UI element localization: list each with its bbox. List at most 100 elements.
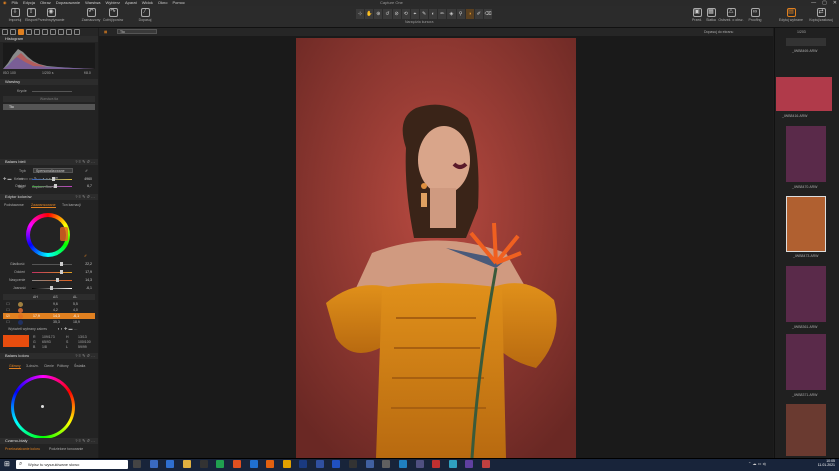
chrome-icon[interactable] (283, 460, 291, 468)
lightness-value[interactable]: -6,1 (76, 286, 92, 290)
white-balance-header[interactable]: Balans bieli? ≡ ✎ ↺ … (0, 159, 98, 165)
explorer-icon[interactable] (183, 460, 191, 468)
row-checkbox[interactable]: ☑ (3, 314, 13, 318)
tint-slider[interactable] (32, 184, 72, 188)
layers-header[interactable]: Warstwy (0, 79, 98, 85)
tab-split-tones[interactable]: Podzielone tonowanie (49, 447, 83, 451)
tab-output-icon[interactable] (66, 29, 72, 35)
color-range-marker[interactable] (60, 227, 68, 241)
tab-advanced[interactable]: Zaawansowane (31, 203, 56, 208)
cursor-tool-3-icon[interactable]: ↺ (383, 9, 392, 19)
kelvin-knob[interactable] (52, 177, 55, 181)
thumbnail-1[interactable]: _IWB8416.ARW (776, 77, 832, 118)
color-balance-wheel[interactable] (11, 375, 75, 439)
cursor-tool-11-icon[interactable]: ⚲ (456, 9, 465, 19)
color-picker-icon[interactable]: ✐ (84, 254, 87, 258)
edge-icon[interactable] (150, 460, 158, 468)
thumbnail-3-selected[interactable]: _IWB8473.ARW (786, 196, 826, 258)
app-icon-10[interactable] (416, 460, 424, 468)
app-icon-1[interactable] (200, 460, 208, 468)
cursor-tool-9-icon[interactable]: ✏ (438, 9, 447, 19)
smooth-slider[interactable] (32, 262, 72, 266)
app-icon-4[interactable] (250, 460, 258, 468)
row-checkbox[interactable]: ☐ (3, 320, 13, 324)
thumbnail-6[interactable] (786, 404, 826, 456)
tab-capture-icon[interactable] (10, 29, 16, 35)
clock[interactable]: 10:05 11.01.2021 (818, 459, 835, 467)
hue-value[interactable]: 17,9 (76, 270, 92, 274)
zoom-label[interactable]: Dopasuj do ekranu (704, 30, 733, 34)
opacity-slider[interactable] (32, 91, 72, 92)
kelvin-slider[interactable] (32, 177, 72, 181)
app-icon-7[interactable] (366, 460, 374, 468)
tab-batch-icon[interactable] (74, 29, 80, 35)
app-icon-14[interactable] (482, 460, 490, 468)
color-wheel[interactable] (26, 213, 70, 257)
view-range-label[interactable]: Wyświetl wybrany zakres (8, 327, 47, 331)
tint-knob[interactable] (54, 184, 57, 188)
cursor-tool-13-icon[interactable]: ✐ (474, 9, 483, 19)
cursor-tool-2-icon[interactable]: ⊕ (374, 9, 383, 19)
tab-metadata-icon[interactable] (58, 29, 64, 35)
app-icon-13[interactable] (465, 460, 473, 468)
layer-row[interactable]: Tło (3, 104, 95, 110)
tab-basic[interactable]: Podstawowe (4, 203, 24, 207)
task-view-icon[interactable] (133, 460, 141, 468)
tab-exposure-icon[interactable] (26, 29, 32, 35)
taskbar-search-input[interactable]: Wpisz tu wyszukiwane słowo (16, 460, 128, 469)
app-icon-9[interactable] (399, 460, 407, 468)
kelvin-value[interactable]: 4960 (76, 177, 92, 181)
cursor-tool-6-icon[interactable]: ⌖ (410, 9, 419, 19)
app-icon-2[interactable] (216, 460, 224, 468)
tab-shadows[interactable]: Cienie (44, 364, 54, 368)
firefox-icon[interactable] (266, 460, 274, 468)
thumbnail-4[interactable]: _IWB8361.ARW (786, 266, 826, 329)
thumbnail-5[interactable]: _IWB8371.ARW (786, 334, 826, 397)
cursor-tool-1-icon[interactable]: ✋ (365, 9, 374, 19)
viewer-grid-icon[interactable]: ▦ (104, 30, 107, 34)
auto-adjust-button[interactable]: ⁄ Dopasuj (130, 8, 160, 22)
copy-apply-button[interactable]: ⇄ Kopiuj/zastosuj (806, 8, 836, 22)
wb-mode-select[interactable]: Spersonalizowane (33, 168, 73, 173)
row-checkbox[interactable]: ☐ (3, 302, 13, 306)
histogram-header[interactable]: Histogram (0, 36, 98, 42)
tab-composition-icon[interactable] (42, 29, 48, 35)
capture-button[interactable]: ◉ Przechwytywanie (36, 8, 66, 22)
saturation-value[interactable]: 14,3 (76, 278, 92, 282)
capture-one-taskbar-icon[interactable] (349, 460, 357, 468)
black-white-header[interactable]: Czarno-biały? ≡ ✎ ↺ … (0, 438, 98, 444)
layer-select[interactable]: Tło (117, 29, 157, 34)
photoshop-icon[interactable] (299, 460, 307, 468)
tab-lens-icon[interactable] (34, 29, 40, 35)
cursor-tool-12-icon[interactable]: ◑ (465, 9, 474, 19)
tab-library-icon[interactable] (2, 29, 8, 35)
hue-knob[interactable] (60, 270, 63, 274)
tab-details-icon[interactable] (50, 29, 56, 35)
lightness-slider[interactable] (32, 286, 72, 290)
saturation-knob[interactable] (56, 278, 59, 282)
color-editor-header[interactable]: Edytor kolorów? ≡ ✎ ↺ … (0, 194, 98, 200)
undo-redo-button[interactable]: ↷ Cofnij/ponów (98, 8, 128, 22)
thumbnail-2[interactable]: _IWB8470.ARW (786, 126, 826, 189)
row-checkbox[interactable]: ☐ (3, 308, 13, 312)
app-icon-5[interactable] (316, 460, 324, 468)
app-icon-8[interactable] (382, 460, 390, 468)
thumbnail-0[interactable]: _IWB8469.ARW (786, 38, 826, 53)
smooth-knob[interactable] (60, 262, 63, 266)
proofing-button[interactable]: ∞ Prooflng (740, 8, 770, 22)
start-icon[interactable]: ⊞ (4, 461, 12, 469)
cursor-tool-14-icon[interactable]: ⌫ (483, 9, 493, 19)
cursor-tool-5-icon[interactable]: ⟲ (401, 9, 410, 19)
balance-center-point[interactable] (41, 405, 44, 408)
tab-color-conversion[interactable]: Przekształcanie koloru (5, 447, 40, 451)
edit-selected-button[interactable]: ▤ Edytuj wybrane (776, 8, 806, 22)
tab-color-icon[interactable] (18, 29, 24, 35)
background-layer-row[interactable]: Warstwa tła (3, 96, 95, 102)
lightness-knob[interactable] (50, 286, 53, 290)
tab-3-way[interactable]: 3-drożn. (26, 364, 39, 368)
tab-highlights[interactable]: Światła (74, 364, 85, 368)
tab-skin-tone[interactable]: Ton karnacji (62, 203, 81, 207)
app-icon-12[interactable] (449, 460, 457, 468)
cursor-tool-10-icon[interactable]: ◈ (447, 9, 456, 19)
saturation-slider[interactable] (32, 278, 72, 282)
